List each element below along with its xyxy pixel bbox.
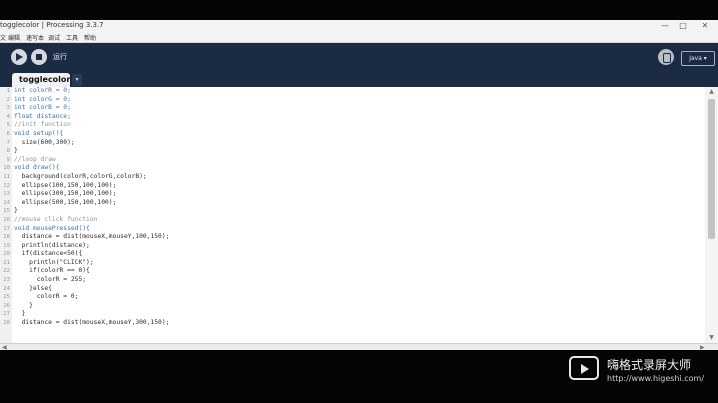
- toolbar: 运行 Java ▾: [0, 43, 718, 71]
- title-bar: togglecolor | Processing 3.3.7 — □ ✕: [0, 20, 718, 32]
- play-icon: [16, 53, 23, 61]
- line-number: 1: [6, 88, 10, 94]
- line-number: 21: [3, 259, 10, 266]
- code-line[interactable]: size(600,300);: [14, 139, 169, 148]
- line-number: 12: [3, 182, 10, 189]
- code-line[interactable]: ellipse(500,150,100,100);: [14, 199, 169, 208]
- code-line[interactable]: void setup(){: [14, 130, 169, 139]
- line-number: 18: [3, 234, 10, 241]
- line-number: 4: [6, 113, 10, 120]
- tab-togglecolor[interactable]: togglecolor: [12, 73, 70, 87]
- scroll-down-icon[interactable]: ▼: [705, 333, 718, 343]
- line-number: 22: [3, 268, 10, 275]
- code-line[interactable]: //init function: [14, 121, 169, 130]
- minimize-icon[interactable]: —: [655, 20, 675, 32]
- code-line[interactable]: }else{: [14, 285, 169, 294]
- run-button[interactable]: [11, 49, 27, 65]
- line-number: 6: [6, 130, 10, 137]
- code-line[interactable]: }: [14, 207, 169, 216]
- code-line[interactable]: if(distance<50){: [14, 250, 169, 259]
- code-line[interactable]: }: [14, 302, 169, 311]
- code-line[interactable]: }: [14, 310, 169, 319]
- maximize-icon[interactable]: □: [673, 20, 693, 32]
- scroll-up-icon[interactable]: ▲: [705, 87, 718, 97]
- stop-button[interactable]: [31, 49, 47, 65]
- menu-debug[interactable]: 调试: [48, 33, 60, 42]
- code-line[interactable]: colorR = 0;: [14, 293, 169, 302]
- menu-bar: 文 编辑 速写本 调试 工具 帮助: [0, 32, 718, 43]
- code-line[interactable]: void mousePressed(){: [14, 225, 169, 234]
- scroll-thumb[interactable]: [708, 99, 715, 239]
- code-line[interactable]: colorR = 255;: [14, 276, 169, 285]
- line-number: 14: [3, 199, 10, 206]
- line-number: 9: [6, 156, 10, 163]
- code-line[interactable]: }: [14, 147, 169, 156]
- toolbar-status-label: 运行: [53, 53, 67, 61]
- tab-strip: togglecolor ▾: [0, 71, 718, 87]
- menu-sketch[interactable]: 速写本: [26, 33, 44, 42]
- horizontal-scrollbar[interactable]: ◀ ▶: [0, 343, 718, 350]
- vertical-scrollbar[interactable]: ▲ ▼: [705, 87, 718, 343]
- menu-help[interactable]: 帮助: [84, 33, 96, 42]
- line-number: 3: [6, 105, 10, 112]
- recorder-logo-icon: [569, 356, 599, 380]
- line-number: 5: [6, 122, 10, 129]
- line-number: 10: [3, 165, 10, 172]
- line-number: 8: [6, 148, 10, 155]
- code-line[interactable]: void draw(){: [14, 164, 169, 173]
- line-number: 26: [3, 302, 10, 309]
- stop-icon: [36, 54, 42, 60]
- line-number: 16: [3, 216, 10, 223]
- line-number: 23: [3, 277, 10, 284]
- menu-tools[interactable]: 工具: [66, 33, 78, 42]
- line-number: 13: [3, 191, 10, 198]
- code-line[interactable]: //mouse click function: [14, 216, 169, 225]
- menu-file[interactable]: 文: [0, 33, 6, 42]
- line-number: 20: [3, 251, 10, 258]
- code-line[interactable]: background(colorR,colorG,colorB);: [14, 173, 169, 182]
- line-numbers: 1 2 3 4 5 6 7 8 9 10 11 12 13 14 15 16 17 18 19 20 21 22 23 24 2…: [0, 87, 10, 328]
- line-number: 11: [3, 173, 10, 180]
- watermark: 嗨格式录屏大师 http://www.higeshi.com/: [569, 356, 718, 386]
- menu-edit[interactable]: 编辑: [8, 33, 20, 42]
- code-line[interactable]: int colorR = 0;: [14, 87, 169, 96]
- chevron-down-icon[interactable]: ▾: [72, 74, 82, 86]
- tab-label: togglecolor: [19, 75, 71, 84]
- watermark-url: http://www.higeshi.com/: [607, 374, 705, 383]
- code-line[interactable]: float distance;: [14, 113, 169, 122]
- line-number: 28: [3, 320, 10, 327]
- line-number: 15: [3, 208, 10, 215]
- code-line[interactable]: distance = dist(mouseX,mouseY,300,150);: [14, 319, 170, 328]
- close-icon[interactable]: ✕: [695, 20, 715, 32]
- window-title: togglecolor | Processing 3.3.7: [0, 21, 104, 29]
- code-line[interactable]: //loop draw: [14, 156, 169, 165]
- code-line[interactable]: ellipse(100,150,100,100);: [14, 182, 169, 191]
- code-line[interactable]: distance = dist(mouseX,mouseY,100,150);: [14, 233, 170, 242]
- code-line[interactable]: int colorG = 0;: [14, 96, 169, 105]
- mode-selector[interactable]: Java ▾: [681, 51, 715, 66]
- line-number: 27: [3, 311, 10, 318]
- line-number: 17: [3, 225, 10, 232]
- code-line[interactable]: if(colorR == 0){: [14, 267, 169, 276]
- code-lines[interactable]: int colorR = 0; int colorG = 0; int colorB…: [14, 87, 169, 328]
- code-line[interactable]: println(distance);: [14, 242, 169, 251]
- processing-window: togglecolor | Processing 3.3.7 — □ ✕ 文 编…: [0, 20, 718, 350]
- line-number: 24: [3, 285, 10, 292]
- code-line[interactable]: ellipse(300,150,100,100);: [14, 190, 169, 199]
- line-number: 19: [3, 242, 10, 249]
- code-editor[interactable]: 1 2 3 4 5 6 7 8 9 10 11 12 13 14 15 16 17 18 19 20 21 22 23 24 2…: [0, 87, 718, 343]
- watermark-title: 嗨格式录屏大师: [607, 358, 692, 372]
- code-line[interactable]: println("CLICK");: [14, 259, 169, 268]
- line-number: 25: [3, 294, 10, 301]
- line-number: 2: [6, 96, 10, 103]
- code-line[interactable]: int colorB = 0;: [14, 104, 169, 113]
- bug-icon[interactable]: [658, 49, 674, 65]
- line-number: 7: [6, 139, 10, 146]
- line-gutter: 1 2 3 4 5 6 7 8 9 10 11 12 13 14 15 16 17 18 19 20 21 22 23 24 2…: [0, 87, 12, 343]
- video-letterbox-top: [0, 0, 718, 20]
